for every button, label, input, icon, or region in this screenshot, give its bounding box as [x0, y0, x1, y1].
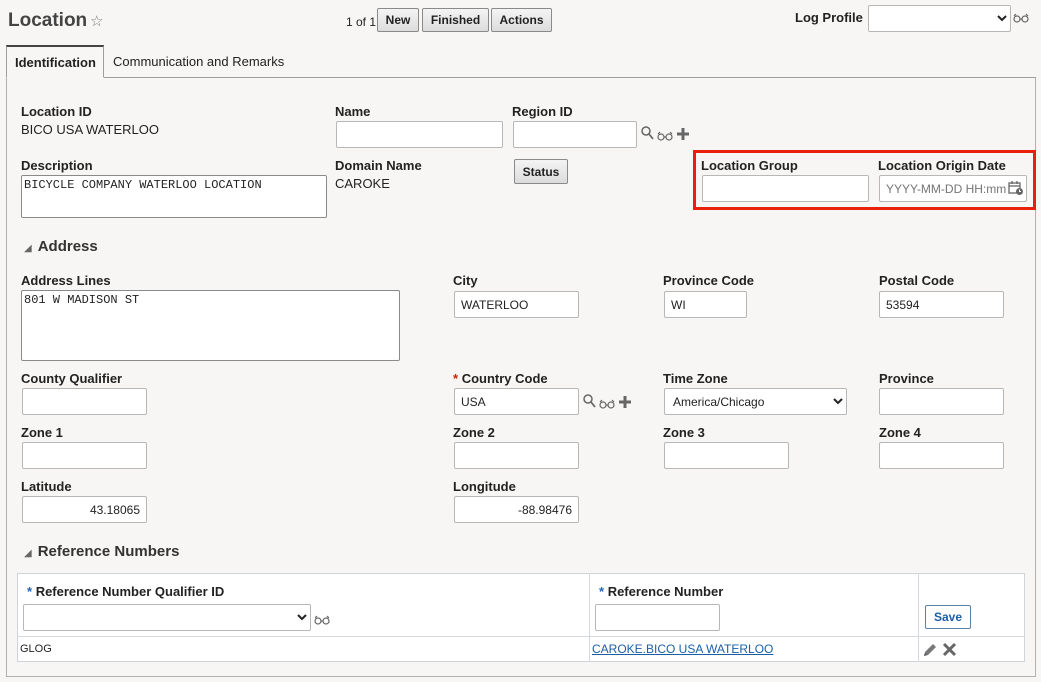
finished-button[interactable]: Finished [422, 8, 489, 32]
name-input[interactable] [336, 121, 503, 148]
address-lines-textarea[interactable]: 801 W MADISON ST [21, 290, 400, 361]
city-label: City [453, 273, 478, 288]
page-title: Location [8, 10, 88, 31]
postal-code-input[interactable] [879, 291, 1004, 318]
province-input[interactable] [879, 388, 1004, 415]
county-qualifier-label: County Qualifier [21, 371, 123, 386]
log-profile-label: Log Profile [795, 10, 863, 25]
latitude-label: Latitude [21, 479, 72, 494]
column-divider [589, 573, 590, 662]
reference-numbers-section-title: Reference Numbers [37, 543, 180, 560]
save-button[interactable]: Save [925, 605, 971, 629]
address-section-title: Address [37, 238, 98, 255]
zone1-input[interactable] [22, 442, 147, 469]
time-zone-label: Time Zone [663, 371, 728, 386]
collapse-triangle-icon[interactable]: ◢ [24, 243, 32, 254]
zone3-label: Zone 3 [663, 425, 705, 440]
reference-number-input[interactable] [595, 604, 720, 631]
zone2-input[interactable] [454, 442, 579, 469]
name-label: Name [335, 104, 371, 119]
reference-numbers-section-header[interactable]: ◢ Reference Numbers [24, 543, 179, 560]
region-id-label: Region ID [512, 104, 573, 119]
row-divider [17, 636, 1025, 637]
location-id-value: BICO USA WATERLOO [21, 122, 159, 137]
domain-name-label: Domain Name [335, 158, 422, 173]
required-marker: * [27, 584, 33, 599]
add-icon[interactable] [618, 395, 632, 412]
new-button[interactable]: New [377, 8, 419, 32]
latitude-input[interactable] [22, 496, 147, 523]
glasses-icon[interactable] [314, 613, 330, 628]
reference-number-column-header: * Reference Number [599, 584, 724, 599]
column-divider [918, 573, 919, 662]
zone2-label: Zone 2 [453, 425, 495, 440]
required-marker: * [599, 584, 605, 599]
table-row-reference-link[interactable]: CAROKE.BICO USA WATERLOO [592, 642, 773, 656]
province-code-label: Province Code [663, 273, 755, 288]
tab-identification[interactable]: Identification [6, 45, 104, 78]
log-profile-select[interactable] [868, 5, 1011, 32]
address-section-header[interactable]: ◢ Address [24, 238, 98, 255]
glasses-icon[interactable] [1013, 11, 1029, 26]
domain-name-value: CAROKE [335, 176, 390, 191]
description-textarea[interactable]: BICYCLE COMPANY WATERLOO LOCATION [21, 175, 327, 218]
search-icon[interactable] [641, 126, 654, 143]
calendar-icon[interactable] [1008, 180, 1024, 199]
required-marker: * [453, 371, 459, 386]
zone4-input[interactable] [879, 442, 1004, 469]
table-row-qualifier: GLOG [20, 643, 52, 655]
longitude-input[interactable] [454, 496, 579, 523]
province-code-input[interactable] [664, 291, 747, 318]
county-qualifier-input[interactable] [22, 388, 147, 415]
longitude-label: Longitude [453, 479, 516, 494]
add-icon[interactable] [676, 127, 690, 144]
actions-button[interactable]: Actions [491, 8, 552, 32]
glasses-icon[interactable] [657, 129, 673, 144]
status-button[interactable]: Status [514, 159, 568, 184]
zone4-label: Zone 4 [879, 425, 921, 440]
edit-pencil-icon[interactable] [922, 642, 938, 661]
address-lines-label: Address Lines [21, 273, 111, 288]
qualifier-select[interactable] [23, 604, 311, 631]
location-id-label: Location ID [21, 104, 92, 119]
search-icon[interactable] [583, 394, 596, 411]
favorite-star-icon[interactable]: ☆ [90, 12, 103, 30]
delete-x-icon[interactable] [942, 642, 957, 660]
postal-code-label: Postal Code [879, 273, 955, 288]
location-origin-date-label: Location Origin Date [878, 158, 1006, 173]
zone3-input[interactable] [664, 442, 789, 469]
time-zone-select[interactable]: America/Chicago [664, 388, 847, 415]
pager-text: 1 of 1 [346, 15, 377, 29]
description-label: Description [21, 158, 93, 173]
location-origin-date-input[interactable] [879, 175, 1027, 202]
tab-communication-remarks[interactable]: Communication and Remarks [105, 45, 292, 78]
location-group-label: Location Group [701, 158, 798, 173]
collapse-triangle-icon[interactable]: ◢ [24, 548, 32, 559]
glasses-icon[interactable] [599, 397, 615, 412]
country-code-label: * Country Code [453, 371, 548, 386]
location-group-input[interactable] [702, 175, 869, 202]
qualifier-column-header: * Reference Number Qualifier ID [27, 584, 225, 599]
city-input[interactable] [454, 291, 579, 318]
province-label: Province [879, 371, 934, 386]
zone1-label: Zone 1 [21, 425, 63, 440]
country-code-input[interactable] [454, 388, 579, 415]
region-id-input[interactable] [513, 121, 637, 148]
